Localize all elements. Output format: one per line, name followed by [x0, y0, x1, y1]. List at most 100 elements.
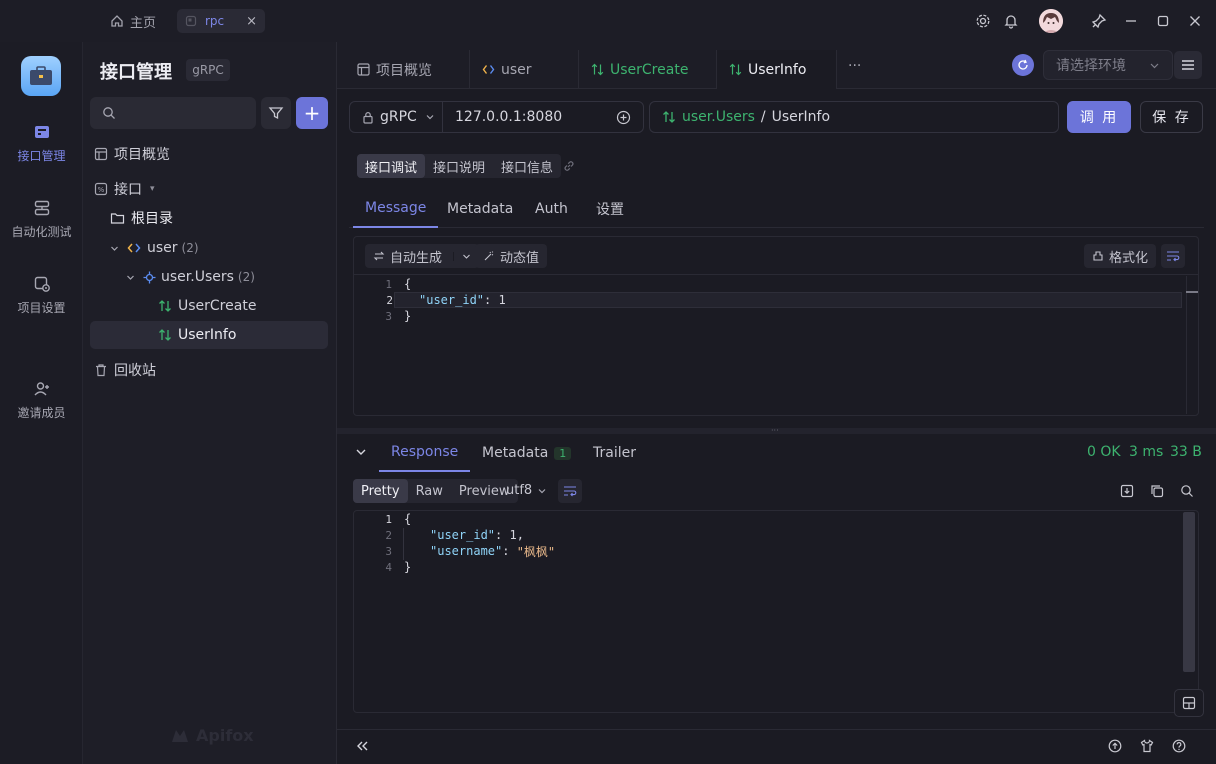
dynamic-value-button[interactable]: 动态值 — [475, 244, 548, 268]
overview-icon — [94, 147, 108, 161]
sidebar-search-input[interactable] — [90, 97, 256, 129]
response-wrap-toggle[interactable] — [558, 479, 582, 503]
tree-item-user[interactable]: user (2) — [90, 234, 328, 262]
project-tab-label: rpc — [205, 14, 225, 28]
url-value: 127.0.0.1:8080 — [455, 109, 563, 125]
layout-icon — [1182, 696, 1196, 710]
chevron-down-icon — [425, 112, 435, 122]
chevron-down-icon[interactable] — [453, 251, 471, 261]
home-tab[interactable]: 主页 — [100, 8, 166, 34]
copy-icon[interactable] — [1148, 482, 1166, 500]
tab-label: 项目概览 — [376, 62, 432, 79]
add-button[interactable]: + — [296, 97, 328, 129]
chevron-down-icon — [1149, 60, 1160, 71]
tree-item-user-users[interactable]: user.Users (2) — [90, 263, 328, 291]
tree-label: 根目录 — [131, 211, 173, 227]
sidebar-title: 接口管理 — [100, 62, 172, 83]
close-window-icon[interactable] — [1184, 9, 1206, 33]
settings-icon[interactable] — [972, 9, 994, 33]
tree-item-userinfo[interactable]: UserInfo — [90, 321, 328, 349]
method-name: UserInfo — [771, 109, 831, 125]
format-button[interactable]: 格式化 — [1084, 244, 1157, 268]
shirt-icon[interactable] — [1138, 738, 1156, 754]
response-scrollbar[interactable] — [1183, 512, 1195, 672]
mode-tab-docs[interactable]: 接口说明 — [425, 154, 493, 178]
tab-user[interactable]: user — [470, 50, 579, 89]
maximize-icon[interactable] — [1152, 9, 1174, 33]
folder-icon — [110, 211, 125, 225]
rail-item-project-settings[interactable]: 项目设置 — [0, 275, 83, 316]
rail-item-invite-member[interactable]: 邀请成员 — [0, 380, 83, 421]
tree-item-usercreate[interactable]: UserCreate — [90, 292, 328, 320]
tree-item-interfaces[interactable]: % 接口 ▾ — [90, 175, 328, 203]
layout-toggle-button[interactable] — [1174, 689, 1204, 717]
tree-label: UserInfo — [178, 327, 237, 343]
url-input[interactable]: 127.0.0.1:8080 — [443, 101, 644, 133]
collapse-sidebar-icon[interactable] — [353, 738, 371, 754]
method-path-field[interactable]: user.Users / UserInfo — [649, 101, 1059, 133]
mode-tab-debug[interactable]: 接口调试 — [357, 154, 426, 178]
refresh-icon — [1017, 59, 1029, 71]
search-icon[interactable] — [1178, 482, 1196, 500]
lock-icon — [362, 111, 374, 124]
tab-metadata[interactable]: Metadata — [435, 190, 525, 228]
tab-message[interactable]: Message — [353, 190, 439, 228]
tab-response-metadata[interactable]: Metadata 1 — [470, 434, 583, 472]
refresh-env-button[interactable] — [1012, 54, 1034, 76]
upload-icon[interactable] — [1106, 738, 1124, 754]
auto-generate-button[interactable]: 自动生成 — [365, 244, 480, 268]
tab-label: UserInfo — [748, 61, 807, 78]
protocol-select[interactable]: gRPC — [349, 101, 443, 133]
chevron-down-icon — [110, 244, 119, 253]
help-icon[interactable] — [1170, 738, 1188, 754]
tree-label: 接口 — [114, 182, 142, 198]
pin-icon[interactable] — [1088, 9, 1110, 33]
code-line: 1{ — [385, 512, 412, 526]
scrollbar[interactable] — [1186, 276, 1198, 414]
close-icon[interactable]: × — [246, 14, 257, 29]
interface-icon: % — [94, 182, 108, 196]
env-placeholder: 请选择环境 — [1056, 58, 1126, 74]
invite-member-icon — [33, 380, 51, 398]
menu-button[interactable] — [1174, 51, 1202, 79]
filter-button[interactable] — [261, 97, 291, 129]
tree-item-overview[interactable]: 项目概览 — [90, 140, 328, 168]
tree-label: user — [147, 240, 178, 256]
service-name: user.Users — [682, 109, 755, 125]
tab-response[interactable]: Response — [379, 434, 471, 472]
tab-settings[interactable]: 设置 — [584, 190, 636, 228]
mode-tab-info[interactable]: 接口信息 — [493, 154, 561, 178]
code-icon — [127, 242, 141, 254]
metadata-count-badge: 1 — [554, 446, 572, 460]
tree-item-trash[interactable]: 回收站 — [90, 356, 328, 384]
environment-select[interactable]: 请选择环境 — [1043, 50, 1173, 80]
save-button[interactable]: 保 存 — [1140, 101, 1203, 133]
collapse-response-icon[interactable] — [355, 446, 367, 458]
more-tabs-icon[interactable]: ··· — [848, 58, 861, 74]
bell-icon[interactable] — [1000, 9, 1022, 33]
view-raw[interactable]: Raw — [408, 479, 451, 503]
view-pretty[interactable]: Pretty — [353, 479, 408, 503]
download-icon[interactable] — [1118, 482, 1136, 500]
wrap-toggle[interactable] — [1161, 244, 1185, 268]
tree-label: user.Users — [161, 269, 234, 285]
tab-trailer[interactable]: Trailer — [581, 434, 648, 472]
tree-item-root[interactable]: 根目录 — [90, 204, 328, 232]
automation-test-icon — [33, 199, 51, 217]
add-circle-icon[interactable] — [616, 110, 631, 125]
tab-auth[interactable]: Auth — [523, 190, 580, 228]
minimize-icon[interactable] — [1120, 9, 1142, 33]
project-tab-rpc[interactable]: rpc × — [177, 9, 265, 33]
encoding-select[interactable]: utf8 — [506, 483, 547, 498]
rail-item-automation-test[interactable]: 自动化测试 — [0, 199, 83, 240]
rail-label-automation-test: 自动化测试 — [11, 225, 72, 239]
project-icon — [185, 15, 197, 27]
tab-overview[interactable]: 项目概览 — [345, 50, 470, 89]
call-button[interactable]: 调 用 — [1067, 101, 1131, 133]
avatar[interactable] — [1039, 9, 1063, 33]
tab-usercreate[interactable]: UserCreate — [579, 50, 717, 89]
caret-down-icon[interactable]: ▾ — [150, 184, 155, 194]
tab-userinfo[interactable]: UserInfo — [717, 50, 837, 89]
rail-item-api-management[interactable]: 接口管理 — [0, 123, 83, 164]
link-icon[interactable] — [562, 159, 576, 173]
